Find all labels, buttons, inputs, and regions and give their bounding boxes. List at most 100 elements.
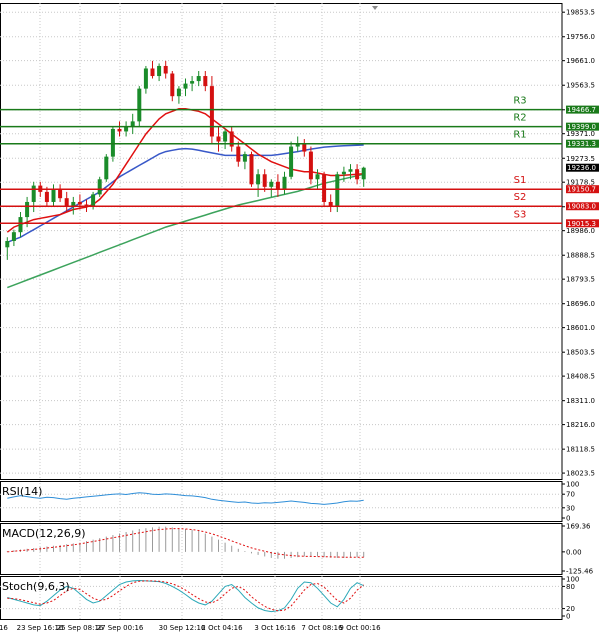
y-tick-label: 19371.0 xyxy=(566,130,595,138)
indicator-label-stoch: Stoch(9,6,3) xyxy=(2,580,70,593)
candle-body xyxy=(269,181,274,187)
candle-body xyxy=(150,68,155,77)
candle-body xyxy=(157,65,162,77)
candle-body xyxy=(308,151,313,180)
y-tick-label: 169.36 xyxy=(566,523,591,531)
x-tick-label: 3 Oct 16:16 xyxy=(254,624,296,632)
x-tick-label: 30 Sep 12:16 xyxy=(159,624,206,632)
candle-body xyxy=(137,88,142,122)
panel-frame-rsi xyxy=(0,481,563,522)
level-price-label: 19331.3 xyxy=(567,140,596,148)
level-price-label: 19399.0 xyxy=(567,123,596,131)
candle-body xyxy=(341,171,346,175)
candle-body xyxy=(110,128,115,157)
level-price-label: 19015.3 xyxy=(567,220,596,228)
candle-body xyxy=(209,86,214,137)
candle-body xyxy=(223,131,228,142)
level-name-s3: S3 xyxy=(514,209,527,220)
candle-body xyxy=(5,241,10,248)
candle-body xyxy=(361,167,366,180)
y-tick-label: 18408.5 xyxy=(566,373,595,381)
y-tick-label: 70 xyxy=(566,491,575,499)
panel-frame-price xyxy=(0,3,563,480)
candle-body xyxy=(262,174,267,187)
candle-body xyxy=(216,136,221,142)
candle-body xyxy=(18,217,23,233)
candle-body xyxy=(163,65,168,74)
y-tick-label: 0.00 xyxy=(566,548,582,556)
y-tick-label: 18503.5 xyxy=(566,349,595,357)
y-tick-label: 30 xyxy=(566,504,575,512)
y-tick-label: 18888.5 xyxy=(566,252,595,260)
candle-body xyxy=(355,169,360,180)
y-tick-label: 18986.0 xyxy=(566,227,595,235)
candle-body xyxy=(275,181,280,190)
candle-body xyxy=(51,189,56,202)
y-tick-label: 19661.0 xyxy=(566,57,595,65)
y-tick-label: 19853.5 xyxy=(566,9,595,17)
candle-body xyxy=(44,191,49,202)
candle-body xyxy=(236,146,241,162)
candle-body xyxy=(104,156,109,180)
y-tick-label: 18696.0 xyxy=(566,300,595,308)
candle-body xyxy=(31,185,36,202)
x-tick-label: 4:16 xyxy=(0,624,8,632)
y-tick-label: 19756.0 xyxy=(566,33,595,41)
level-name-r2: R2 xyxy=(513,113,526,124)
candle-body xyxy=(11,232,16,241)
candle-body xyxy=(77,201,82,205)
level-price-label: 19150.7 xyxy=(567,186,596,194)
y-tick-label: 18118.5 xyxy=(566,446,595,454)
candle-body xyxy=(282,176,287,190)
y-tick-label: 80 xyxy=(566,583,575,591)
candle-body xyxy=(249,154,254,185)
y-tick-label: 19273.5 xyxy=(566,155,595,163)
candle-body xyxy=(256,174,261,185)
y-tick-label: 18601.0 xyxy=(566,324,595,332)
candle-body xyxy=(190,81,195,84)
candle-body xyxy=(335,174,340,207)
level-price-label: 19083.0 xyxy=(567,203,596,211)
y-tick-label: 0 xyxy=(566,515,570,523)
candle-body xyxy=(117,128,122,132)
chart-svg: 4:1623 Sep 16:1625 Sep 08:1627 Sep 00:16… xyxy=(0,3,599,632)
candle-body xyxy=(97,179,102,195)
level-name-r1: R1 xyxy=(513,130,526,141)
level-name-r3: R3 xyxy=(513,96,526,107)
y-tick-label: 100 xyxy=(566,481,579,489)
candle-body xyxy=(302,144,307,152)
candle-body xyxy=(183,83,188,89)
candle-body xyxy=(176,88,181,97)
y-tick-label: 19563.5 xyxy=(566,82,595,90)
y-tick-label: -125.46 xyxy=(566,568,594,576)
candle-body xyxy=(196,76,201,82)
candle-body xyxy=(289,146,294,177)
y-tick-label: 0 xyxy=(566,613,570,621)
trading-chart: 4:1623 Sep 16:1625 Sep 08:1627 Sep 00:16… xyxy=(0,0,600,635)
x-tick-label: 2 Oct 04:16 xyxy=(201,624,243,632)
candle-body xyxy=(322,174,327,202)
candle-body xyxy=(58,189,63,199)
level-price-label: 19466.7 xyxy=(567,106,596,114)
x-tick-label: 9 Oct 00:16 xyxy=(339,624,381,632)
y-tick-label: 18311.0 xyxy=(566,397,595,405)
x-tick-label: 27 Sep 00:16 xyxy=(97,624,144,632)
candle-body xyxy=(348,169,353,172)
candle-body xyxy=(25,201,30,218)
indicator-label-macd: MACD(12,26,9) xyxy=(2,527,86,540)
y-tick-label: 18793.5 xyxy=(566,276,595,284)
current-price-label: 19236.0 xyxy=(567,164,596,172)
candle-body xyxy=(203,76,208,87)
x-tick-label: 7 Oct 08:16 xyxy=(301,624,343,632)
candle-body xyxy=(143,68,148,89)
candle-body xyxy=(242,154,247,162)
candle-body xyxy=(91,194,96,206)
level-name-s2: S2 xyxy=(514,192,527,203)
candle-body xyxy=(130,121,135,127)
y-tick-label: 18023.5 xyxy=(566,470,595,478)
candle-body xyxy=(315,174,320,180)
indicator-label-rsi: RSI(14) xyxy=(2,485,42,498)
y-tick-label: 18216.0 xyxy=(566,421,595,429)
candle-body xyxy=(170,73,175,97)
level-name-s1: S1 xyxy=(514,175,527,186)
